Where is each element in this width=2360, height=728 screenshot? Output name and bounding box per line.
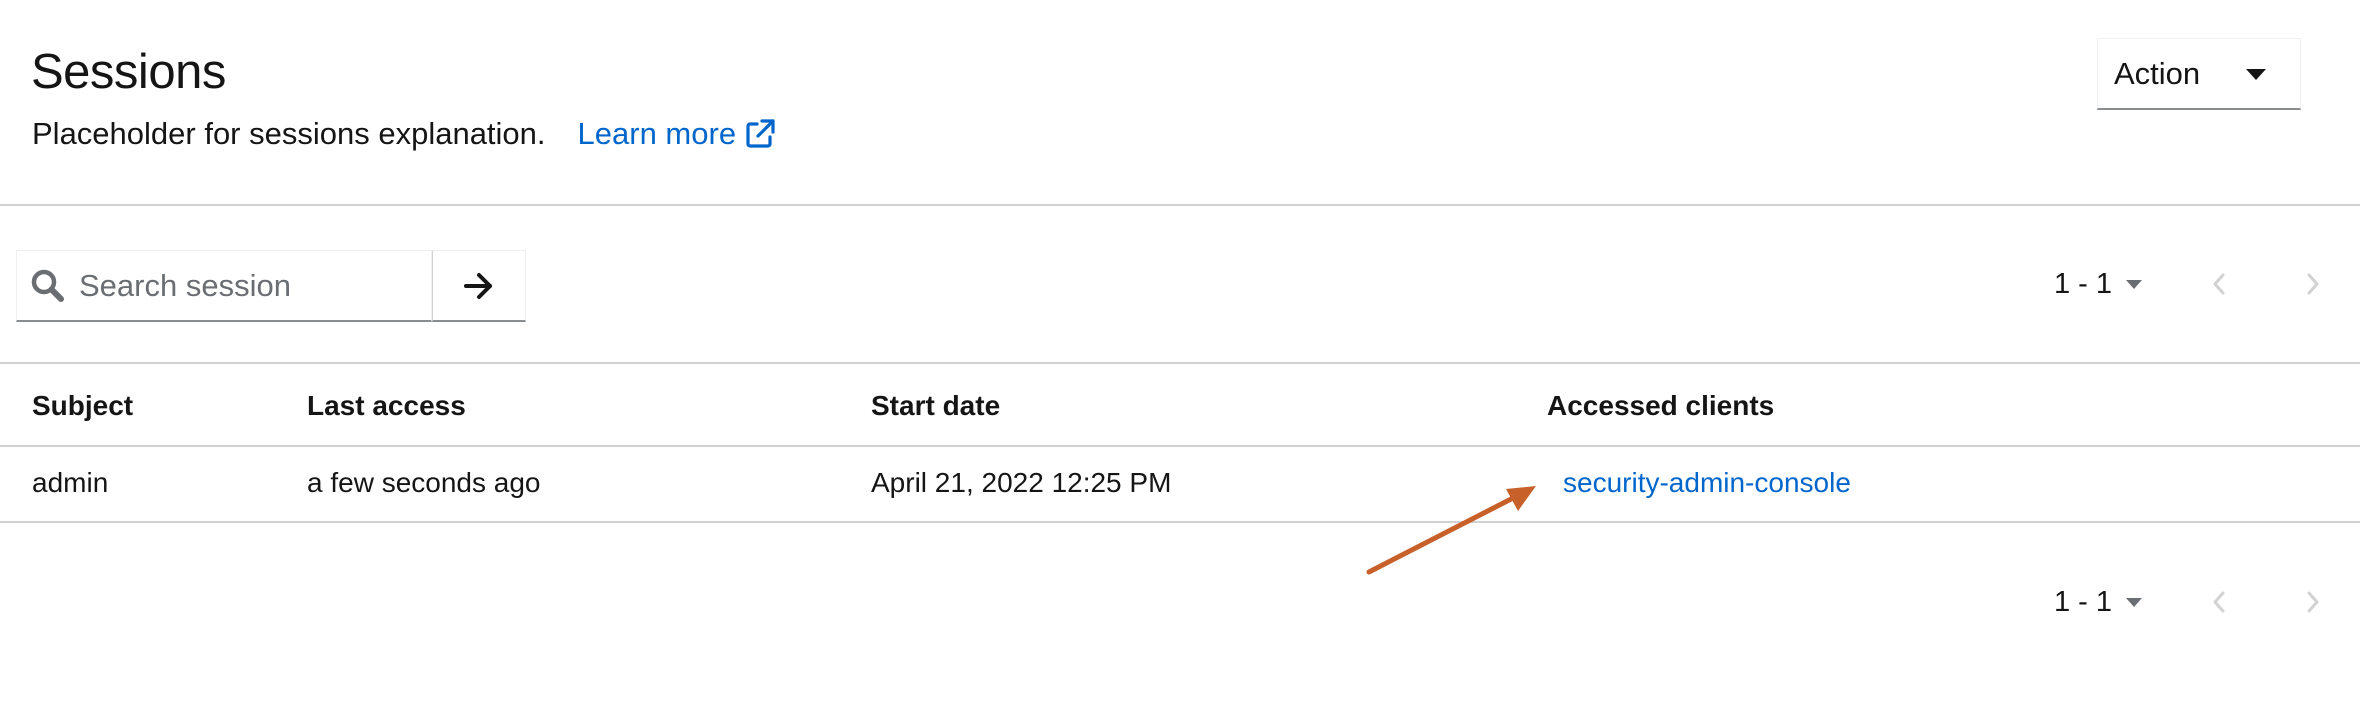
- column-header-start-date[interactable]: Start date: [871, 388, 1000, 424]
- cell-subject: admin: [32, 467, 109, 498]
- page-description: Placeholder for sessions explanation. Le…: [32, 112, 776, 156]
- accessed-client-link[interactable]: security-admin-console: [1563, 465, 1851, 501]
- chevron-left-icon: [2213, 591, 2225, 613]
- page-title: Sessions: [31, 45, 226, 99]
- previous-page-button[interactable]: [2172, 254, 2266, 314]
- column-header-accessed-clients[interactable]: Accessed clients: [1547, 388, 1774, 424]
- cell-start-date: April 21, 2022 12:25 PM: [871, 467, 1172, 498]
- caret-down-icon: [2126, 279, 2142, 289]
- sessions-page: Sessions Placeholder for sessions explan…: [0, 0, 2360, 728]
- cell-last-access: a few seconds ago: [307, 467, 541, 498]
- chevron-right-icon: [2307, 273, 2319, 295]
- next-page-button[interactable]: [2266, 572, 2360, 632]
- action-dropdown-label: Action: [2114, 55, 2201, 91]
- top-pagination: 1 - 1: [2054, 254, 2360, 314]
- search-box: [16, 250, 432, 322]
- caret-down-icon: [2246, 69, 2266, 80]
- search-input[interactable]: [79, 267, 419, 304]
- chevron-left-icon: [2213, 273, 2225, 295]
- table-row: admin a few seconds ago April 21, 2022 1…: [0, 447, 2360, 523]
- action-dropdown[interactable]: Action: [2097, 38, 2301, 110]
- bottom-pagination: 1 - 1: [2054, 572, 2360, 632]
- next-page-button[interactable]: [2266, 254, 2360, 314]
- pagination-range: 1 - 1: [2053, 585, 2112, 618]
- search-group: [16, 250, 526, 322]
- pagination-range-toggle[interactable]: 1 - 1: [2054, 586, 2142, 619]
- sessions-table: Subject Last access Start date Accessed …: [0, 366, 2360, 523]
- search-submit-button[interactable]: [432, 250, 526, 322]
- page-header: Sessions Placeholder for sessions explan…: [0, 0, 2360, 206]
- toolbar: [0, 208, 2360, 364]
- description-text: Placeholder for sessions explanation.: [32, 116, 546, 151]
- caret-down-icon: [2126, 597, 2142, 607]
- arrow-right-icon: [464, 272, 492, 299]
- table-header-row: Subject Last access Start date Accessed …: [0, 366, 2360, 447]
- chevron-right-icon: [2307, 591, 2319, 613]
- column-header-subject[interactable]: Subject: [32, 388, 133, 424]
- previous-page-button[interactable]: [2172, 572, 2266, 632]
- learn-more-link[interactable]: Learn more: [578, 112, 777, 156]
- column-header-last-access[interactable]: Last access: [307, 388, 466, 424]
- search-icon: [31, 269, 64, 302]
- learn-more-label: Learn more: [577, 116, 737, 151]
- pagination-range: 1 - 1: [2053, 267, 2112, 300]
- external-link-icon: [746, 119, 775, 148]
- pagination-range-toggle[interactable]: 1 - 1: [2054, 268, 2142, 301]
